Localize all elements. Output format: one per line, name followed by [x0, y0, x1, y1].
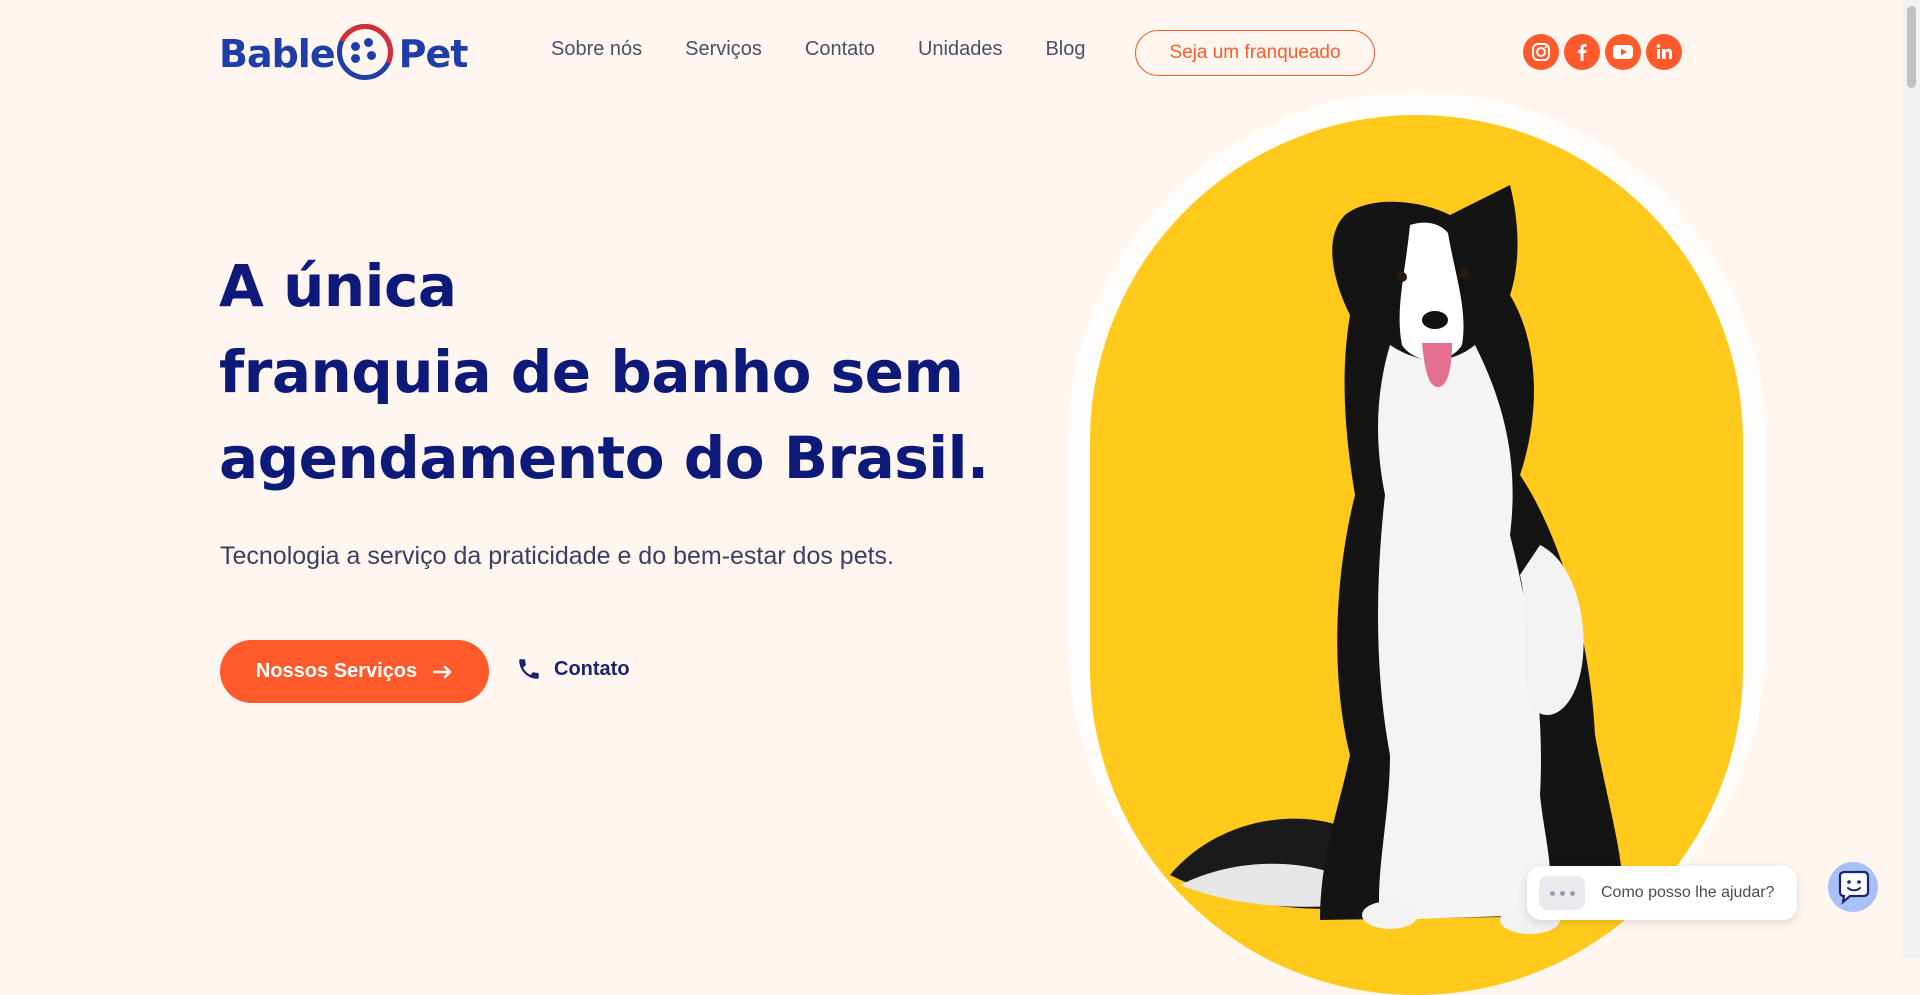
logo-text-right: Pet [398, 32, 469, 76]
youtube-icon[interactable] [1605, 34, 1641, 70]
nav-unidades[interactable]: Unidades [918, 38, 1003, 61]
logo[interactable]: Bable Pet [219, 16, 469, 88]
typing-dots-icon [1539, 876, 1585, 910]
chat-launcher-icon[interactable] [1828, 862, 1878, 912]
services-button-label: Nossos Serviços [255, 660, 418, 682]
logo-mark-icon [328, 16, 401, 88]
franchise-button[interactable]: Seja um franqueado [1135, 30, 1375, 76]
chat-prompt-bubble[interactable]: Como posso lhe ajudar? [1527, 866, 1797, 920]
chat-prompt-text: Como posso lhe ajudar? [1601, 884, 1775, 901]
arrow-right-icon [433, 665, 452, 678]
hero-title-line-2: franquia de banho sem [219, 338, 964, 406]
hero-image [1090, 115, 1743, 995]
scrollbar-thumb[interactable] [1907, 6, 1916, 88]
nav-blog[interactable]: Blog [1045, 38, 1085, 61]
services-button[interactable]: Nossos Serviços [220, 640, 489, 703]
hero-title-line-1: A única [219, 252, 457, 320]
facebook-icon[interactable] [1564, 34, 1600, 70]
vertical-scrollbar[interactable] [1903, 0, 1920, 958]
nav-sobre-nos[interactable]: Sobre nós [551, 38, 642, 61]
main-nav: Sobre nós Serviços Contato Unidades Blog [551, 38, 1128, 61]
linkedin-icon[interactable] [1646, 34, 1682, 70]
nav-servicos[interactable]: Serviços [685, 38, 762, 61]
contact-link[interactable]: Contato [516, 656, 630, 682]
hero-title: A única franquia de banho sem agendament… [219, 243, 999, 501]
page: Bable Pet Sobre nós Serviços Contato Uni… [0, 0, 1920, 995]
dog-illustration [1170, 185, 1623, 934]
hero-subtitle: Tecnologia a serviço da praticidade e do… [220, 542, 894, 570]
instagram-icon[interactable] [1523, 34, 1559, 70]
phone-icon [519, 659, 539, 679]
contact-link-label: Contato [554, 657, 630, 680]
nav-contato[interactable]: Contato [805, 38, 875, 61]
logo-text-left: Bable [219, 32, 336, 76]
hero-title-line-3: agendamento do Brasil. [219, 424, 989, 492]
